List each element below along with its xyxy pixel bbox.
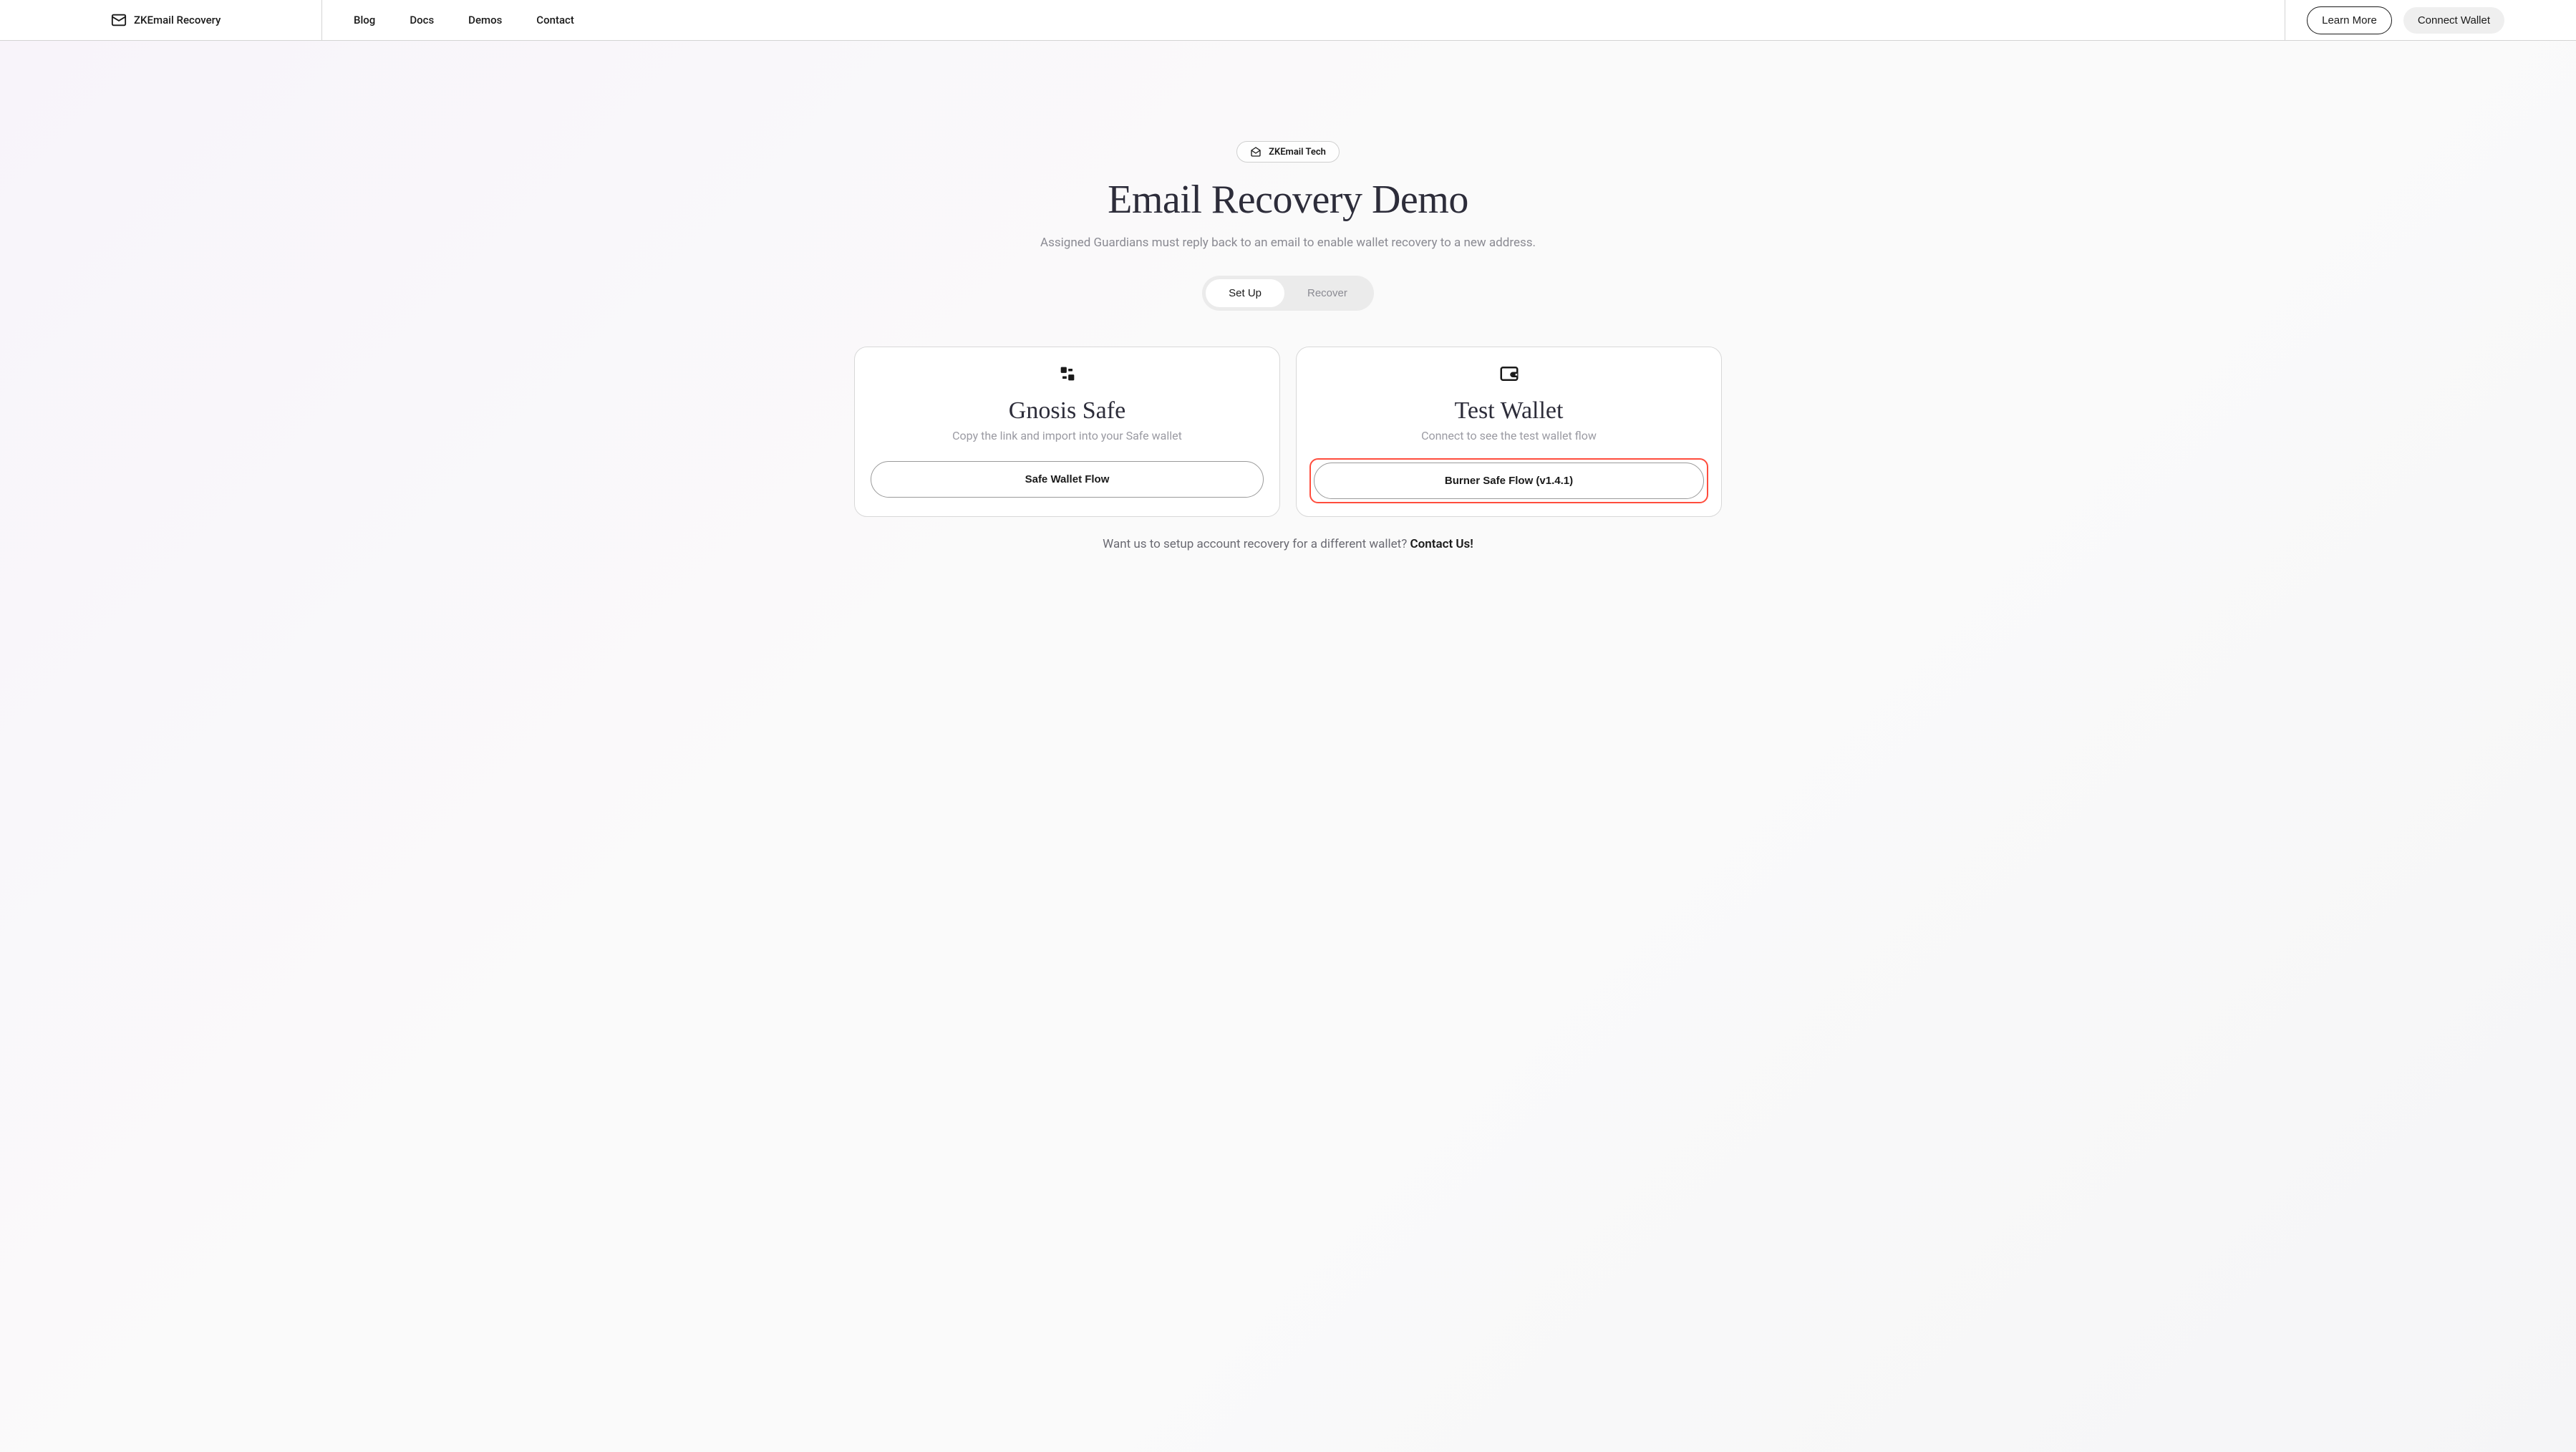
page-subtitle: Assigned Guardians must reply back to an… <box>1040 236 1536 250</box>
safe-wallet-flow-button[interactable]: Safe Wallet Flow <box>871 461 1264 498</box>
mail-icon <box>111 12 127 28</box>
mail-open-icon <box>1250 146 1262 158</box>
footer-prefix: Want us to setup account recovery for a … <box>1103 537 1410 551</box>
card-test-title: Test Wallet <box>1455 397 1564 425</box>
gnosis-safe-icon <box>1057 363 1078 384</box>
nav-contact[interactable]: Contact <box>536 14 574 26</box>
contact-us-link[interactable]: Contact Us! <box>1410 537 1473 551</box>
tech-badge: ZKEmail Tech <box>1236 141 1340 163</box>
brand-text: ZKEmail Recovery <box>134 14 221 26</box>
page-title: Email Recovery Demo <box>1108 177 1468 223</box>
wallet-icon <box>1498 363 1520 384</box>
burner-safe-flow-button[interactable]: Burner Safe Flow (v1.4.1) <box>1314 463 1704 499</box>
footer-text: Want us to setup account recovery for a … <box>1103 537 1473 551</box>
card-gnosis-button-wrapper: Safe Wallet Flow <box>868 458 1267 500</box>
tech-badge-text: ZKEmail Tech <box>1269 147 1326 158</box>
nav-demos[interactable]: Demos <box>468 14 502 26</box>
cards-row: Gnosis Safe Copy the link and import int… <box>854 347 1722 517</box>
toggle-recover[interactable]: Recover <box>1284 279 1370 307</box>
nav-docs[interactable]: Docs <box>410 14 434 26</box>
header-actions: Learn More Connect Wallet <box>2285 0 2576 40</box>
mode-toggle: Set Up Recover <box>1202 276 1374 311</box>
card-test-subtitle: Connect to see the test wallet flow <box>1421 429 1597 442</box>
card-gnosis-safe: Gnosis Safe Copy the link and import int… <box>854 347 1280 517</box>
card-test-button-wrapper: Burner Safe Flow (v1.4.1) <box>1309 458 1708 503</box>
nav-links: Blog Docs Demos Contact <box>322 14 2285 26</box>
header-brand-section: ZKEmail Recovery <box>0 0 322 40</box>
card-gnosis-title: Gnosis Safe <box>1009 397 1125 425</box>
connect-wallet-button[interactable]: Connect Wallet <box>2403 7 2504 34</box>
nav-blog[interactable]: Blog <box>354 14 375 26</box>
main-content: ZKEmail Tech Email Recovery Demo Assigne… <box>0 41 2576 551</box>
header: ZKEmail Recovery Blog Docs Demos Contact… <box>0 0 2576 41</box>
learn-more-button[interactable]: Learn More <box>2307 6 2392 34</box>
toggle-setup[interactable]: Set Up <box>1206 279 1284 307</box>
card-test-wallet: Test Wallet Connect to see the test wall… <box>1296 347 1722 517</box>
card-gnosis-subtitle: Copy the link and import into your Safe … <box>952 429 1182 442</box>
